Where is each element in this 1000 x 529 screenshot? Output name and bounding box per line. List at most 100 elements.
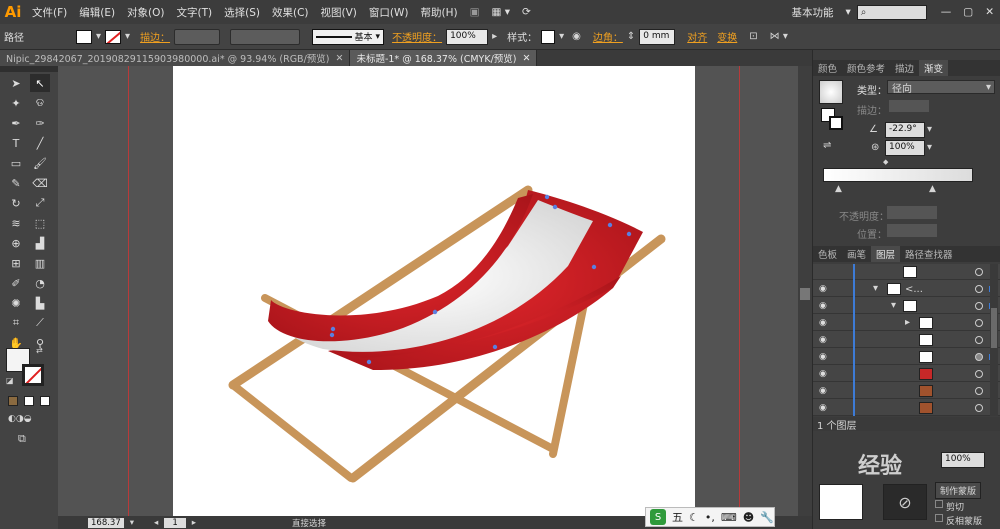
draw-mode-icon[interactable]: ◐◑◒ [8, 414, 32, 424]
eye-icon[interactable]: ◉ [819, 369, 827, 379]
color-mode-icon[interactable] [8, 396, 18, 406]
artboard-tool-icon[interactable]: ⌗ [6, 314, 26, 332]
mask-thumbnail[interactable]: ⊘ [883, 484, 927, 520]
tab-color-guide[interactable]: 颜色参考 [842, 60, 890, 76]
gradient-tool-icon[interactable]: ▥ [30, 254, 50, 272]
stroke-weight-field[interactable] [174, 28, 221, 45]
pencil-tool-icon[interactable]: ✎ [6, 174, 26, 192]
warp-tool-icon[interactable]: ≋ [6, 214, 26, 232]
gradient-stop-icon[interactable]: ▲ [929, 184, 936, 194]
gradient-stroke-options[interactable] [889, 100, 929, 112]
document-tab[interactable]: Nipic_29842067_20190829115903980000.ai* … [0, 50, 351, 66]
opacity-label[interactable]: 不透明度： [392, 29, 442, 44]
vertical-scrollbar[interactable] [798, 66, 812, 516]
tools-panel-grip[interactable] [0, 66, 58, 72]
close-button[interactable]: ✕ [979, 6, 1000, 18]
menu-file[interactable]: 文件(F) [26, 5, 73, 20]
layer-row[interactable]: ◉ ▾ <... [813, 281, 1000, 297]
gradient-type-select[interactable]: 径向 ▾ [887, 80, 995, 95]
stroke-chevron-icon[interactable]: ▾ [125, 31, 130, 42]
layer-row[interactable]: ◉ [813, 400, 1000, 416]
transparency-opacity-input[interactable]: 100% [941, 452, 985, 468]
tab-stroke[interactable]: 描边 [890, 60, 919, 76]
fill-chevron-icon[interactable]: ▾ [96, 31, 101, 42]
layer-row[interactable]: ◉ [813, 383, 1000, 399]
paintbrush-tool-icon[interactable]: 🖌 [30, 154, 50, 172]
gradient-preview-swatch[interactable] [819, 80, 843, 104]
slice-tool-icon[interactable]: ⟋ [30, 314, 50, 332]
direct-selection-tool-icon[interactable]: ↖ [30, 74, 50, 92]
artboard[interactable] [173, 66, 695, 516]
ime-toolbar[interactable]: S 五 ☾ •, ⌨ ☻ 🔧 [645, 507, 775, 527]
menu-help[interactable]: 帮助(H) [415, 5, 464, 20]
eye-icon[interactable]: ◉ [819, 318, 827, 328]
pen-tool-icon[interactable]: ✒ [6, 114, 26, 132]
mesh-tool-icon[interactable]: ⊞ [6, 254, 26, 272]
canvas[interactable] [58, 66, 798, 516]
gradient-mode-icon[interactable] [24, 396, 34, 406]
rectangle-tool-icon[interactable]: ▭ [6, 154, 26, 172]
gradient-slider[interactable] [823, 168, 973, 182]
menu-edit[interactable]: 编辑(E) [73, 5, 121, 20]
column-graph-tool-icon[interactable]: ▙ [30, 294, 50, 312]
next-artboard-icon[interactable]: ▸ [192, 518, 196, 528]
gradient-angle-input[interactable]: -22.9° [885, 122, 925, 138]
selection-tool-icon[interactable]: ➤ [6, 74, 26, 92]
eye-icon[interactable]: ◉ [819, 284, 827, 294]
layer-row[interactable]: ◉ ▾ [813, 298, 1000, 314]
screen-mode-icon[interactable]: ⧉ [18, 432, 26, 446]
corner-stepper-icon[interactable]: ⇕ [627, 31, 635, 42]
type-tool-icon[interactable]: T [6, 134, 26, 152]
angle-chevron-icon[interactable]: ▾ [927, 124, 932, 135]
blend-tool-icon[interactable]: ◔ [30, 274, 50, 292]
symbol-sprayer-tool-icon[interactable]: ✺ [6, 294, 26, 312]
menu-window[interactable]: 窗口(W) [363, 5, 415, 20]
variable-width-profile[interactable] [230, 28, 301, 45]
zoom-chevron-icon[interactable]: ▾ [130, 518, 134, 528]
tab-pathfinder[interactable]: 路径查找器 [900, 246, 958, 262]
recolor-icon[interactable]: ◉ [572, 31, 581, 42]
default-colors-icon[interactable]: ◪ [6, 376, 14, 385]
curvature-tool-icon[interactable]: ✑ [30, 114, 50, 132]
maximize-button[interactable]: ▢ [957, 6, 979, 18]
document-tab-active[interactable]: 未标题-1* @ 168.37% (CMYK/预览) ✕ [350, 50, 538, 66]
transform-link[interactable]: 变换 [717, 29, 737, 44]
align-link[interactable]: 对齐 [687, 29, 707, 44]
tab-layers[interactable]: 图层 [871, 246, 901, 262]
ratio-chevron-icon[interactable]: ▾ [927, 142, 932, 153]
zoom-field[interactable]: 168.37 [88, 517, 124, 528]
close-tab-icon[interactable]: ✕ [522, 53, 530, 64]
scroll-thumb[interactable] [800, 288, 810, 300]
tab-gradient[interactable]: 渐变 [919, 60, 949, 76]
style-chevron-icon[interactable]: ▾ [559, 31, 564, 42]
line-tool-icon[interactable]: ╱ [30, 134, 50, 152]
workspace-chevron-icon[interactable]: ▾ [839, 6, 856, 18]
opacity-chevron-icon[interactable]: ▸ [492, 31, 497, 42]
rotate-tool-icon[interactable]: ↻ [6, 194, 26, 212]
none-mode-icon[interactable] [40, 396, 50, 406]
gradient-opacity-field[interactable] [887, 206, 937, 219]
corner-label[interactable]: 边角： [593, 29, 623, 44]
close-tab-icon[interactable]: ✕ [335, 53, 343, 64]
lasso-tool-icon[interactable]: ଡ [30, 94, 50, 112]
magic-wand-tool-icon[interactable]: ✦ [6, 94, 26, 112]
layer-row[interactable]: ◉ ▸ [813, 315, 1000, 331]
clip-checkbox[interactable]: 剪切 [935, 500, 964, 513]
corner-radius-input[interactable]: 0 mm [639, 28, 676, 45]
menu-object[interactable]: 对象(O) [121, 5, 170, 20]
eraser-tool-icon[interactable]: ⌫ [30, 174, 50, 192]
fill-stroke-mini[interactable] [821, 108, 843, 130]
layer-row[interactable]: ◉ [813, 349, 1000, 365]
eye-icon[interactable]: ◉ [819, 386, 827, 396]
layer-row[interactable]: ◉ [813, 366, 1000, 382]
graphic-style-swatch[interactable] [541, 29, 556, 44]
menu-view[interactable]: 视图(V) [315, 5, 363, 20]
tab-swatches[interactable]: 色板 [813, 246, 842, 262]
arrange-documents-icon[interactable]: ▦ ▾ [486, 6, 517, 18]
free-transform-tool-icon[interactable]: ⬚ [30, 214, 50, 232]
beach-chair-artwork[interactable] [173, 66, 695, 516]
layers-scrollbar[interactable] [990, 264, 998, 416]
menu-type[interactable]: 文字(T) [171, 5, 219, 20]
sync-icon[interactable]: ⟳ [516, 6, 537, 18]
isolate-icon[interactable]: ⊡ [749, 31, 757, 42]
